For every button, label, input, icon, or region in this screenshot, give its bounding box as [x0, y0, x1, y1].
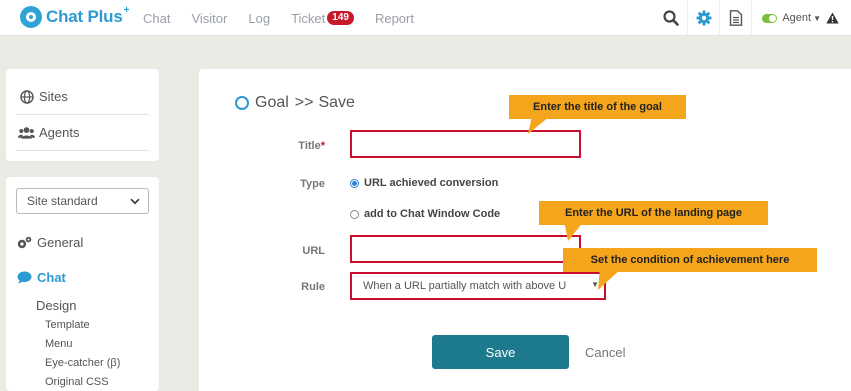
sidebar-item-sites-label: Sites	[39, 89, 68, 104]
nav-ticket[interactable]: Ticket 149	[291, 11, 354, 26]
settings-button[interactable]	[687, 0, 719, 36]
warning-icon[interactable]	[826, 12, 839, 24]
brand-logo[interactable]: Chat Plus +	[20, 5, 129, 29]
top-navigation-bar: Chat Plus + Chat Visitor Log Ticket 149 …	[0, 0, 851, 36]
title-hint-callout: Enter the title of the goal	[509, 95, 686, 119]
sidebar-item-chat[interactable]: Chat	[6, 260, 159, 295]
breadcrumb-separator: >>	[294, 94, 314, 111]
brand-superscript: +	[123, 4, 130, 16]
site-select[interactable]: Site standard	[16, 188, 149, 214]
sidebar-item-chat-label: Chat	[37, 270, 66, 285]
nav-log[interactable]: Log	[248, 11, 270, 26]
type-label: Type	[300, 178, 325, 190]
title-label: Title*	[235, 140, 325, 152]
agent-status-menu[interactable]: Agent ▼	[751, 0, 851, 36]
chat-bubble-logo-icon	[20, 6, 42, 28]
toolbar-right: Agent ▼	[655, 0, 851, 36]
chevron-down-icon	[130, 198, 140, 204]
url-input[interactable]	[350, 235, 581, 263]
chevron-down-icon: ▼	[813, 13, 821, 23]
url-label: URL	[302, 245, 325, 257]
radio-unselected[interactable]	[350, 209, 359, 219]
save-button[interactable]: Save	[432, 335, 569, 369]
sidebar-item-menu[interactable]: Menu	[6, 335, 159, 354]
manual-button[interactable]	[719, 0, 751, 36]
cancel-button[interactable]: Cancel	[585, 335, 625, 369]
chat-bubble-icon	[16, 271, 32, 284]
required-mark: *	[320, 140, 325, 152]
type-option-label: URL achieved conversion	[364, 177, 499, 189]
type-option-chat-window-code[interactable]: add to Chat Window Code	[350, 208, 500, 220]
search-button[interactable]	[655, 0, 687, 36]
sidebar-item-agents-label: Agents	[39, 125, 80, 140]
search-icon	[663, 10, 680, 26]
sidebar-item-sites[interactable]: Sites	[6, 79, 149, 114]
brand-name: Chat Plus	[46, 7, 123, 26]
agent-label: Agent	[782, 12, 812, 24]
agent-status-toggle[interactable]	[762, 13, 778, 23]
breadcrumb-goal: Goal	[255, 94, 289, 111]
gear-icon	[696, 10, 712, 26]
sidebar-item-design[interactable]: Design	[6, 295, 159, 316]
globe-icon	[18, 89, 35, 104]
title-label-text: Title	[298, 140, 321, 152]
sidebar-settings-panel: Site standard General Chat Design Templa…	[6, 177, 159, 391]
ticket-count-badge: 149	[327, 11, 354, 25]
sidebar-item-eye-catcher[interactable]: Eye-catcher (β)	[6, 354, 159, 373]
rule-hint-callout: Set the condition of achievement here	[563, 248, 817, 272]
nav-chat[interactable]: Chat	[143, 11, 170, 26]
sidebar-item-general-label: General	[37, 235, 84, 250]
sidebar-item-agents[interactable]: Agents	[6, 115, 149, 150]
site-select-value: Site standard	[27, 194, 98, 208]
nav-visitor[interactable]: Visitor	[191, 11, 227, 26]
nav-report[interactable]: Report	[375, 11, 414, 26]
rule-label: Rule	[301, 281, 325, 293]
rule-select[interactable]: When a URL partially match with above U …	[350, 272, 606, 300]
nav-ticket-label: Ticket	[291, 10, 326, 26]
url-hint-callout: Enter the URL of the landing page	[539, 201, 768, 225]
main-nav: Chat Visitor Log Ticket 149 Report	[143, 0, 435, 36]
sidebar-item-template[interactable]: Template	[6, 316, 159, 335]
circle-icon	[235, 96, 249, 110]
document-icon	[729, 10, 743, 26]
type-option-label: add to Chat Window Code	[364, 208, 501, 220]
divider	[16, 150, 149, 151]
sidebar-item-general[interactable]: General	[6, 225, 159, 260]
page-title: Goal >> Save	[235, 94, 355, 112]
rule-select-value: When a URL partially match with above U	[363, 280, 567, 292]
users-icon	[18, 126, 35, 139]
radio-selected[interactable]	[350, 178, 359, 188]
sidebar-item-original-css[interactable]: Original CSS	[6, 373, 159, 391]
type-option-url-achieved[interactable]: URL achieved conversion	[350, 177, 498, 189]
sidebar-account-panel: Sites Agents	[6, 69, 159, 161]
breadcrumb-save: Save	[318, 94, 355, 111]
gears-icon	[16, 236, 32, 250]
